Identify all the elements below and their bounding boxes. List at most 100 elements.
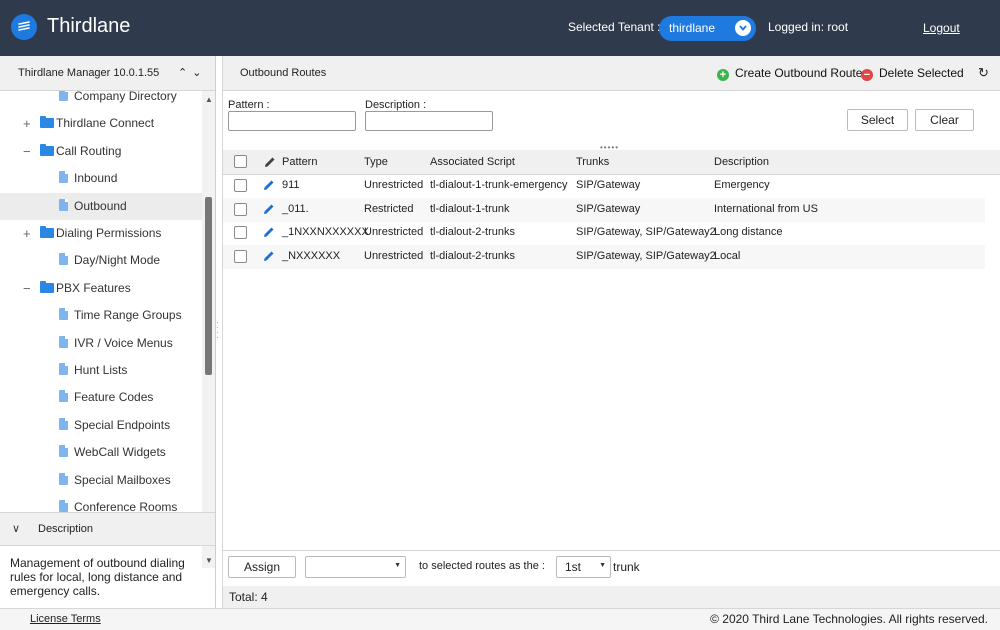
row-checkbox[interactable] (234, 202, 247, 216)
tree-item[interactable]: Feature Codes (0, 384, 202, 411)
table-row[interactable]: 911 Unrestricted tl-dialout-1-trunk-emerge… (223, 174, 985, 198)
folder-icon (40, 143, 54, 156)
plus-circle-icon: + (717, 69, 729, 81)
tree-item-label: Thirdlane Connect (56, 116, 155, 131)
table-row[interactable]: _NXXXXXX Unrestricted tl-dialout-2-trunks S… (223, 245, 985, 270)
delete-selected-button[interactable]: − Delete Selected (861, 66, 964, 81)
tree-item-label: IVR / Voice Menus (74, 335, 173, 350)
main-panel: Outbound Routes + Create Outbound Route −… (222, 56, 1000, 608)
chevron-down-icon: ∨ (12, 523, 21, 535)
cell-trunks: SIP/Gateway, SIP/Gateway2 (576, 226, 716, 239)
clear-button[interactable]: Clear (915, 109, 974, 131)
chevron-down-icon (735, 20, 751, 36)
cell-pattern: 911 (282, 179, 300, 191)
create-outbound-route-button[interactable]: + Create Outbound Route (717, 66, 862, 81)
sidebar: Thirdlane Manager 10.0.1.55 ⌃ ⌄ Company … (0, 56, 216, 608)
trunk-position-select[interactable]: 1st ▼ (556, 556, 611, 578)
tree-item[interactable]: IVR / Voice Menus (0, 330, 202, 357)
tree-item[interactable]: WebCall Widgets (0, 439, 202, 466)
document-icon (59, 417, 68, 430)
trunk-select[interactable]: ▼ (305, 556, 406, 578)
app-header: Thirdlane Selected Tenant : thirdlane Lo… (0, 0, 1000, 56)
double-chevron-down-icon[interactable]: ⌄ (192, 67, 202, 79)
tree-item[interactable]: Outbound (0, 192, 202, 220)
folder-icon (40, 280, 54, 293)
description-panel-header[interactable]: ∨ Description (0, 512, 215, 546)
tree-item[interactable]: − PBX Features (0, 275, 202, 302)
row-checkbox[interactable] (234, 226, 247, 240)
document-icon (59, 308, 68, 321)
cell-pattern: _011. (282, 202, 309, 215)
column-associated-script[interactable]: Associated Script (430, 156, 515, 168)
description-text: Management of outbound dialing rules for… (10, 556, 185, 598)
cell-type: Unrestricted (364, 226, 424, 239)
pencil-icon[interactable] (263, 179, 275, 191)
pencil-icon (265, 157, 275, 167)
tenant-select[interactable]: thirdlane (659, 16, 756, 41)
column-pattern[interactable]: Pattern (282, 156, 317, 168)
row-checkbox[interactable] (234, 250, 247, 264)
tree-item[interactable]: − Call Routing (0, 138, 202, 165)
tree-item[interactable]: Time Range Groups (0, 302, 202, 329)
document-icon (59, 171, 68, 184)
column-description[interactable]: Description (714, 156, 769, 168)
document-icon (59, 363, 68, 375)
tree-item-label: Special Mailboxes (74, 472, 171, 487)
assign-button[interactable]: Assign (228, 556, 296, 578)
app-title: Thirdlane (47, 15, 131, 37)
tree-item-label: Feature Codes (74, 390, 154, 405)
tree-item[interactable]: Company Directory (0, 91, 202, 110)
status-bar: Total: 4 (223, 586, 1000, 608)
logout-link[interactable]: Logout (923, 21, 960, 35)
double-chevron-up-icon[interactable]: ⌃ (178, 67, 188, 79)
tree-item-label: Company Directory (74, 91, 177, 103)
row-checkbox[interactable] (234, 179, 247, 192)
scrollbar-thumb[interactable] (205, 197, 212, 375)
collapse-icon[interactable]: − (23, 144, 33, 159)
description-filter-input[interactable] (365, 111, 493, 131)
tree-item-label: Outbound (74, 198, 127, 213)
tree-item-label: Time Range Groups (74, 308, 182, 323)
tree-item[interactable]: Hunt Lists (0, 357, 202, 384)
column-type[interactable]: Type (364, 156, 388, 168)
cell-script: tl-dialout-1-trunk-emergency (430, 179, 568, 191)
tree-item[interactable]: Special Mailboxes (0, 467, 202, 494)
pencil-icon[interactable] (263, 250, 275, 262)
document-icon (59, 390, 68, 403)
select-all-checkbox[interactable] (234, 155, 247, 168)
expand-icon[interactable]: + (23, 116, 33, 131)
tree-item[interactable]: Special Endpoints (0, 412, 202, 439)
tree-item[interactable]: Day/Night Mode (0, 247, 202, 274)
scroll-down-icon[interactable]: ▼ (205, 556, 213, 565)
scroll-up-icon[interactable]: ▲ (205, 95, 213, 104)
tree-item-label: PBX Features (56, 280, 131, 295)
main-header: Outbound Routes + Create Outbound Route −… (223, 56, 1000, 91)
tree-item[interactable]: + Dialing Permissions (0, 220, 202, 247)
document-icon (59, 445, 68, 458)
select-button[interactable]: Select (847, 109, 908, 131)
tree-item-label: Hunt Lists (74, 363, 128, 377)
tree-item[interactable]: + Thirdlane Connect (0, 110, 202, 137)
document-icon (59, 500, 68, 512)
table-row[interactable]: _1NXXNXXXXXX Unrestricted tl-dialout-2-tru… (223, 221, 985, 245)
pencil-icon[interactable] (263, 203, 275, 215)
tree-item-label: Dialing Permissions (56, 226, 162, 240)
cell-description: International from US (714, 202, 818, 215)
license-terms-link[interactable]: License Terms (30, 613, 101, 625)
refresh-icon[interactable]: ↻ (978, 65, 989, 81)
sidebar-scrollbar[interactable]: ▲ ▼ (202, 91, 215, 568)
chevron-down-icon: ▼ (599, 562, 606, 569)
cell-script: tl-dialout-2-trunks (430, 250, 515, 263)
tenant-value: thirdlane (669, 21, 716, 35)
panel-resize-handle[interactable]: · · · · (216, 319, 220, 342)
expand-icon[interactable]: + (23, 226, 33, 241)
trunk-position-value: 1st (565, 560, 582, 574)
pattern-filter-input[interactable] (228, 111, 356, 131)
column-trunks[interactable]: Trunks (576, 156, 609, 168)
tree-item[interactable]: Inbound (0, 165, 202, 192)
pencil-icon[interactable] (263, 226, 275, 238)
cell-description: Emergency (714, 179, 770, 191)
collapse-icon[interactable]: − (23, 281, 33, 296)
table-row[interactable]: _011. Restricted tl-dialout-1-trunk SIP/Gat… (223, 197, 985, 222)
assign-text: to selected routes as the : (419, 560, 545, 572)
